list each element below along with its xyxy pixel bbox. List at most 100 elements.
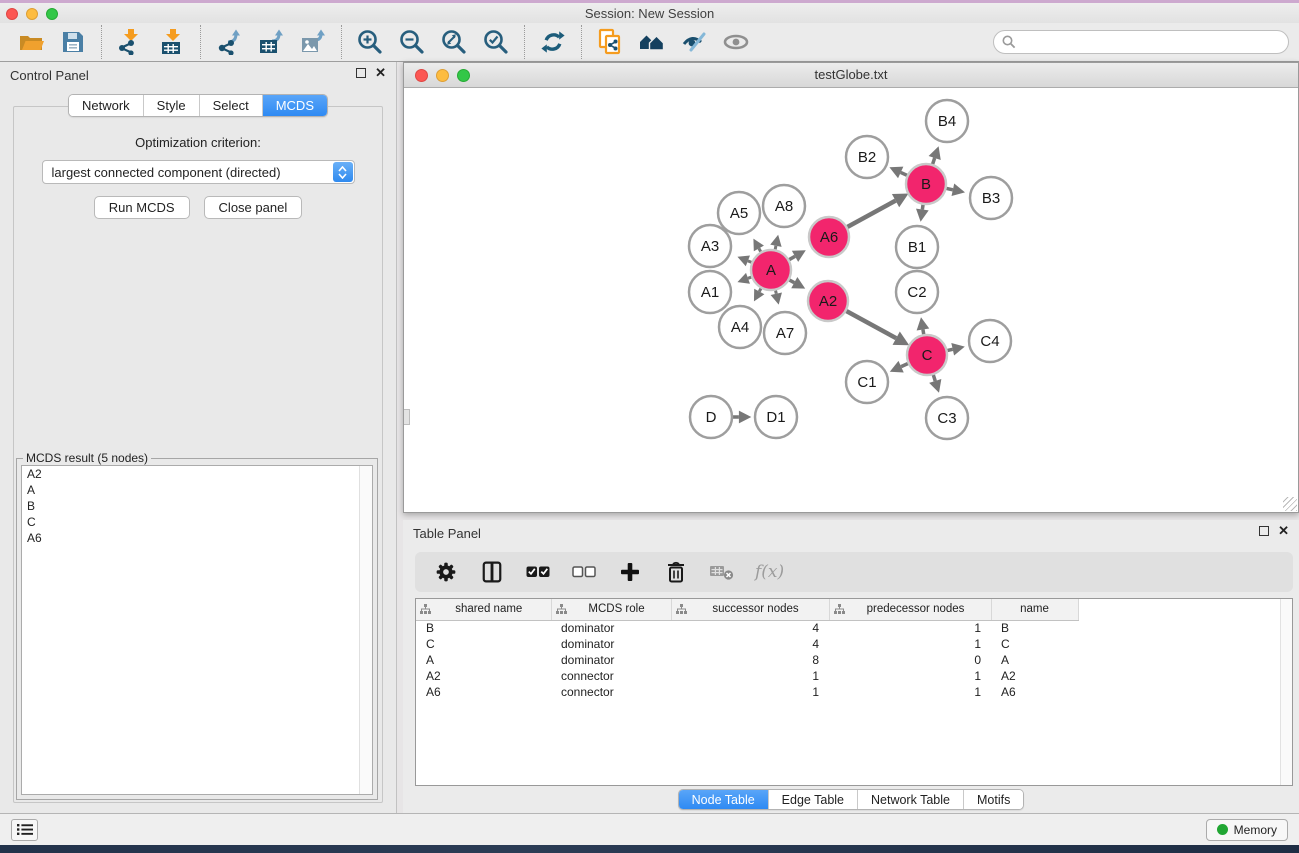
- column-header-MCDS-role[interactable]: MCDS role: [551, 599, 671, 620]
- split-view-button[interactable]: [479, 558, 505, 586]
- table-row[interactable]: Cdominator41C: [416, 636, 1292, 652]
- tab-mcds[interactable]: MCDS: [262, 95, 327, 116]
- open-session-button[interactable]: [10, 26, 52, 58]
- resize-grip-icon[interactable]: [1283, 497, 1297, 511]
- table-row[interactable]: A6connector11A6: [416, 684, 1292, 700]
- table-options-button[interactable]: [433, 558, 459, 586]
- add-row-button[interactable]: [617, 558, 643, 586]
- select-all-button[interactable]: [525, 558, 551, 586]
- network-canvas[interactable]: B4B2BB3A8A5A6A3B1AA1C2A2A4A7C4CC1DD1C3: [404, 88, 1298, 512]
- result-item[interactable]: C: [22, 514, 372, 530]
- export-network-button[interactable]: [208, 26, 250, 58]
- visibility-off-button[interactable]: [673, 26, 715, 58]
- result-item[interactable]: A: [22, 482, 372, 498]
- result-item[interactable]: B: [22, 498, 372, 514]
- table-cell[interactable]: 1: [671, 668, 829, 684]
- function-builder-button[interactable]: f(x): [755, 558, 784, 586]
- table-cell[interactable]: 1: [829, 668, 991, 684]
- node-table[interactable]: shared nameMCDS rolesuccessor nodesprede…: [415, 598, 1293, 786]
- node-label-C4: C4: [980, 333, 999, 350]
- table-cell[interactable]: connector: [551, 684, 671, 700]
- zoom-in-button[interactable]: [349, 26, 391, 58]
- close-panel-button[interactable]: Close panel: [204, 196, 303, 219]
- zoom-fit-button[interactable]: [433, 26, 475, 58]
- optimization-criterion-label: Optimization criterion:: [14, 135, 382, 150]
- window-title: Session: New Session: [0, 6, 1299, 21]
- table-cell[interactable]: 8: [671, 652, 829, 668]
- refresh-button[interactable]: [532, 26, 574, 58]
- zoom-out-button[interactable]: [391, 26, 433, 58]
- table-scrollbar[interactable]: [1280, 599, 1292, 785]
- zoom-selected-button[interactable]: [475, 26, 517, 58]
- table-cell[interactable]: A: [416, 652, 551, 668]
- export-network-icon: [216, 29, 243, 55]
- table-cell[interactable]: connector: [551, 668, 671, 684]
- splitter-handle[interactable]: [404, 409, 410, 425]
- table-cell[interactable]: A: [991, 652, 1078, 668]
- home-button[interactable]: [631, 26, 673, 58]
- network-graph[interactable]: B4B2BB3A8A5A6A3B1AA1C2A2A4A7C4CC1DD1C3: [404, 88, 1298, 512]
- result-item[interactable]: A2: [22, 466, 372, 482]
- table-cell[interactable]: C: [416, 636, 551, 652]
- column-header-successor-nodes[interactable]: successor nodes: [671, 599, 829, 620]
- visibility-button[interactable]: [715, 26, 757, 58]
- table-cell[interactable]: 1: [671, 684, 829, 700]
- table-cell[interactable]: dominator: [551, 620, 671, 636]
- tab-network-table[interactable]: Network Table: [857, 790, 963, 809]
- close-panel-icon[interactable]: ✕: [375, 68, 386, 78]
- mcds-result-list[interactable]: A2ABCA6: [21, 465, 373, 795]
- import-table-button[interactable]: [151, 26, 193, 58]
- table-cell[interactable]: 0: [829, 652, 991, 668]
- tab-style[interactable]: Style: [143, 95, 199, 116]
- table-row[interactable]: Adominator80A: [416, 652, 1292, 668]
- task-history-button[interactable]: [11, 819, 38, 841]
- table-cell[interactable]: 1: [829, 620, 991, 636]
- memory-button[interactable]: Memory: [1206, 819, 1288, 841]
- edge-arrowhead-icon: [917, 317, 930, 330]
- table-row[interactable]: A2connector11A2: [416, 668, 1292, 684]
- toolbar-separator: [101, 25, 102, 59]
- table-cell[interactable]: A6: [991, 684, 1078, 700]
- table-row[interactable]: Bdominator41B: [416, 620, 1292, 636]
- table-cell[interactable]: dominator: [551, 652, 671, 668]
- column-header-name[interactable]: name: [991, 599, 1078, 620]
- tab-node-table[interactable]: Node Table: [679, 790, 768, 809]
- table-cell[interactable]: A2: [991, 668, 1078, 684]
- run-mcds-button[interactable]: Run MCDS: [94, 196, 190, 219]
- trash-icon: [666, 561, 686, 583]
- tab-motifs[interactable]: Motifs: [963, 790, 1023, 809]
- delete-column-button[interactable]: [709, 558, 735, 586]
- result-item[interactable]: A6: [22, 530, 372, 546]
- table-cell[interactable]: A2: [416, 668, 551, 684]
- export-image-button[interactable]: [292, 26, 334, 58]
- table-cell[interactable]: dominator: [551, 636, 671, 652]
- close-table-panel-icon[interactable]: ✕: [1278, 526, 1289, 536]
- table-cell[interactable]: 1: [829, 684, 991, 700]
- delete-row-button[interactable]: [663, 558, 689, 586]
- column-header-predecessor-nodes[interactable]: predecessor nodes: [829, 599, 991, 620]
- export-table-button[interactable]: [250, 26, 292, 58]
- save-session-button[interactable]: [52, 26, 94, 58]
- column-type-icon: [834, 604, 845, 615]
- import-network-button[interactable]: [109, 26, 151, 58]
- table-cell[interactable]: B: [991, 620, 1078, 636]
- node-label-A2: A2: [819, 293, 837, 310]
- table-cell[interactable]: 4: [671, 620, 829, 636]
- table-cell[interactable]: 1: [829, 636, 991, 652]
- criterion-dropdown[interactable]: largest connected component (directed): [42, 160, 355, 184]
- tab-select[interactable]: Select: [199, 95, 262, 116]
- node-label-B4: B4: [938, 113, 956, 130]
- copy-network-button[interactable]: [589, 26, 631, 58]
- float-table-panel-icon[interactable]: [1259, 526, 1269, 536]
- float-panel-icon[interactable]: [356, 68, 366, 78]
- deselect-all-button[interactable]: [571, 558, 597, 586]
- search-input[interactable]: [993, 30, 1289, 54]
- table-cell[interactable]: 4: [671, 636, 829, 652]
- table-cell[interactable]: B: [416, 620, 551, 636]
- result-scrollbar[interactable]: [359, 466, 372, 794]
- tab-network[interactable]: Network: [69, 95, 143, 116]
- column-header-shared-name[interactable]: shared name: [416, 599, 551, 620]
- table-cell[interactable]: A6: [416, 684, 551, 700]
- tab-edge-table[interactable]: Edge Table: [768, 790, 857, 809]
- table-cell[interactable]: C: [991, 636, 1078, 652]
